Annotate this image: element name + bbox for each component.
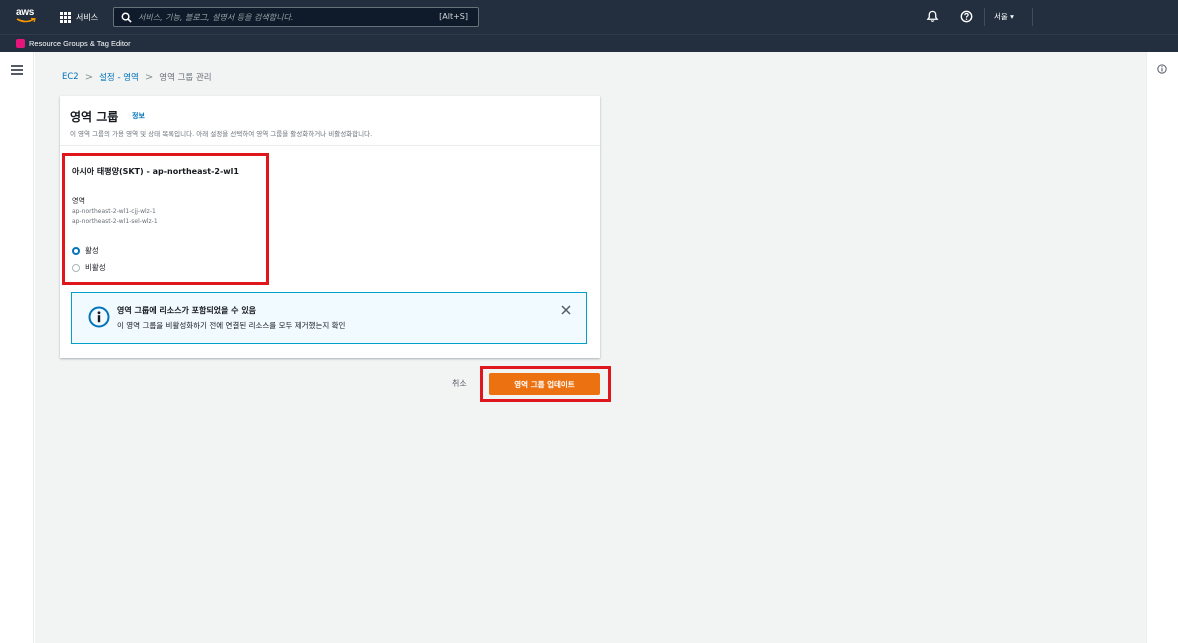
breadcrumb: EC2 > 설정 - 영역 > 영역 그룹 관리 — [62, 71, 212, 84]
close-icon[interactable] — [561, 305, 571, 315]
resource-groups-icon — [16, 39, 25, 48]
breadcrumb-ec2[interactable]: EC2 — [62, 72, 79, 82]
breadcrumb-separator: > — [144, 71, 154, 83]
info-icon[interactable] — [1157, 64, 1167, 74]
resource-groups-link[interactable]: Resource Groups & Tag Editor — [29, 39, 131, 48]
search-shortcut: [Alt+S] — [439, 12, 468, 21]
services-menu-button[interactable]: 서비스 — [60, 10, 98, 24]
menu-icon[interactable] — [11, 65, 23, 77]
breadcrumb-current: 영역 그룹 관리 — [159, 73, 212, 83]
search-icon — [121, 12, 132, 23]
aws-logo-text: aws — [16, 7, 35, 18]
right-rail — [1146, 52, 1178, 643]
breadcrumb-separator: > — [84, 71, 94, 83]
panel-description: 이 영역 그룹의 가용 영역 및 상태 목록입니다. 아래 설정을 선택하여 영… — [70, 130, 373, 138]
nav-divider — [984, 8, 985, 26]
info-alert: 영역 그룹에 리소스가 포함되었을 수 있음 이 영역 그룹을 비활성화하기 전… — [71, 292, 587, 344]
panel-header: 영역 그룹 정보 이 영역 그룹의 가용 영역 및 상태 목록입니다. 아래 설… — [60, 96, 600, 146]
left-rail — [0, 52, 34, 643]
aws-logo[interactable]: aws — [16, 7, 38, 27]
region-selector[interactable]: 서울 ▾ — [994, 11, 1014, 22]
info-circle-icon — [88, 306, 110, 328]
search-input[interactable]: 서비스, 기능, 블로그, 설명서 등을 검색합니다. [Alt+S] — [113, 7, 479, 27]
help-icon[interactable] — [960, 10, 973, 23]
bell-icon[interactable] — [926, 10, 939, 23]
alert-body: 이 영역 그룹을 비활성화하기 전에 연결된 리소스를 모두 제거했는지 확인 — [117, 321, 346, 330]
breadcrumb-zone-settings[interactable]: 설정 - 영역 — [99, 71, 139, 83]
grid-icon — [60, 11, 71, 23]
favorites-bar: Resource Groups & Tag Editor — [0, 34, 1178, 52]
zone-group-highlight-box — [62, 153, 269, 285]
update-button-highlight-box — [480, 366, 611, 402]
top-navigation-bar: aws 서비스 서비스, 기능, 블로그, 설명서 등을 검색합니다. [Alt… — [0, 0, 1178, 34]
aws-smile-icon — [16, 18, 36, 23]
panel-title: 영역 그룹 — [70, 110, 119, 124]
services-label: 서비스 — [76, 12, 99, 22]
nav-divider — [1032, 8, 1033, 26]
info-link[interactable]: 정보 — [132, 111, 145, 121]
cancel-button[interactable]: 취소 — [452, 378, 467, 389]
search-placeholder: 서비스, 기능, 블로그, 설명서 등을 검색합니다. — [138, 13, 294, 22]
alert-title: 영역 그룹에 리소스가 포함되었을 수 있음 — [117, 306, 257, 315]
